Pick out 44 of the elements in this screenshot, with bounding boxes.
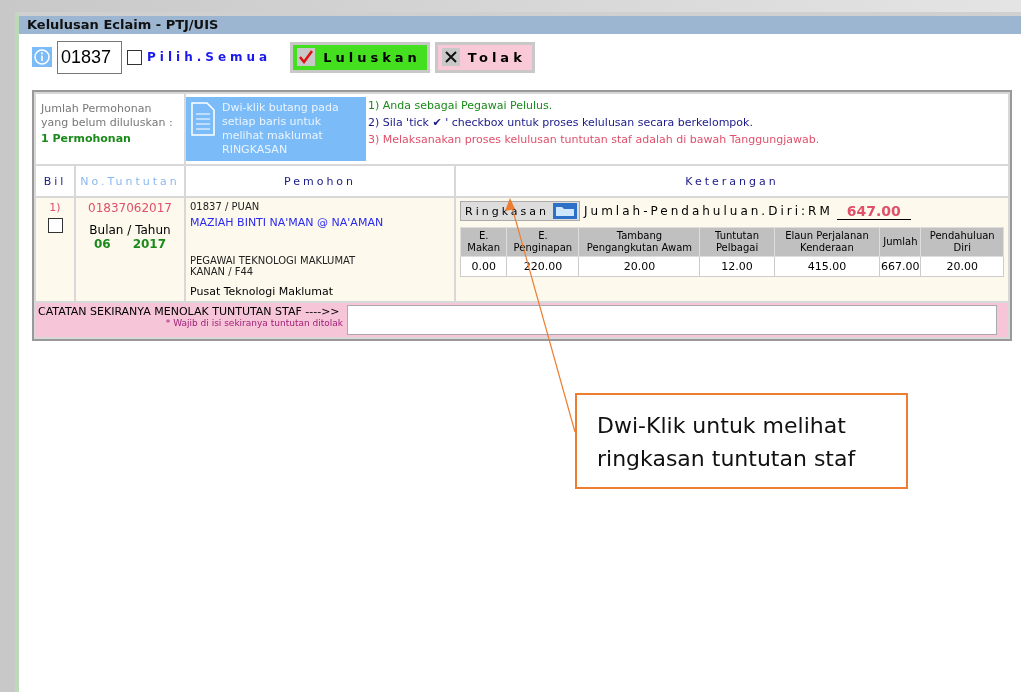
staff-name: MAZIAH BINTI NA'MAN @ NA'AMAN: [190, 216, 385, 229]
select-all-label: Pilih.Semua: [147, 50, 272, 64]
detail-column-header: E. Makan: [460, 227, 507, 257]
hint-text: Dwi-klik butang pada setiap baris untuk melihat maklumat RINGKASAN: [222, 101, 340, 157]
advance-amount: 647.00: [836, 202, 911, 220]
pending-count: 1 Permohonan: [41, 132, 132, 146]
column-header: Bil: [36, 166, 74, 196]
column-header: Pemohon: [186, 166, 454, 196]
row-number: 1): [49, 201, 61, 214]
pending-label: Jumlah Permohonan yang belum diluluskan :: [41, 102, 174, 130]
detail-column-header: Pendahuluan Diri: [921, 227, 1004, 257]
year-value: 2017: [132, 237, 167, 251]
callout-text: Dwi-Klik untuk melihat ringkasan tuntutan staf: [575, 393, 908, 489]
column-header: No.Tuntutan: [76, 166, 184, 196]
staff-id-field[interactable]: 01837: [57, 40, 122, 74]
reject-note-label: CATATAN SEKIRANYA MENOLAK TUNTUTAN STAF ---->>: [38, 305, 341, 318]
row-checkbox[interactable]: [47, 218, 63, 233]
detail-column-header: E. Penginapan: [506, 227, 579, 257]
instruction-text: 2) Sila 'tick ✔ ' checkbox untuk proses kelulusan secara berkelompok.: [368, 115, 754, 131]
select-all-checkbox[interactable]: [127, 49, 142, 65]
reject-note-hint: * Wajib di isi sekiranya tuntutan ditolak: [164, 318, 343, 328]
approve-button[interactable]: Luluskan: [290, 41, 430, 73]
month-value: 06: [93, 237, 111, 251]
instruction-text: 1) Anda sebagai Pegawai Pelulus.: [368, 98, 554, 114]
window-title: Kelulusan Eclaim - PTJ/UIS: [19, 16, 1021, 34]
folder-icon: [553, 203, 577, 219]
instruction-text: 3) Melaksanakan proses kelulusan tuntutan staf adalah di bawah Tanggungjawab.: [368, 132, 820, 148]
reject-button[interactable]: Tolak: [434, 41, 535, 73]
department-text: Pusat Teknologi Maklumat: [190, 285, 335, 298]
document-icon: [190, 101, 216, 137]
reject-note-field[interactable]: [347, 305, 997, 335]
detail-column-header: Elaun Perjalanan Kenderaan: [774, 227, 880, 257]
position-text: PEGAWAI TEKNOLOGI MAKLUMAT KANAN / F44: [190, 255, 357, 277]
detail-cell: 0.00: [460, 256, 507, 277]
detail-column-header: Tambang Pengangkutan Awam: [578, 227, 700, 257]
column-header: Keterangan: [456, 166, 1008, 196]
detail-column-header: Jumlah: [879, 227, 921, 257]
staff-id-text: 01837 / PUAN: [190, 201, 261, 212]
close-icon: [441, 48, 460, 66]
claim-number: 01837062017: [88, 201, 172, 215]
detail-column-header: Tuntutan Pelbagai: [699, 227, 775, 257]
period-label: Bulan / Tahun: [88, 223, 172, 237]
advance-label: Jumlah-Pendahuluan.Diri:RM: [584, 204, 833, 218]
checkmark-icon: [297, 48, 316, 66]
